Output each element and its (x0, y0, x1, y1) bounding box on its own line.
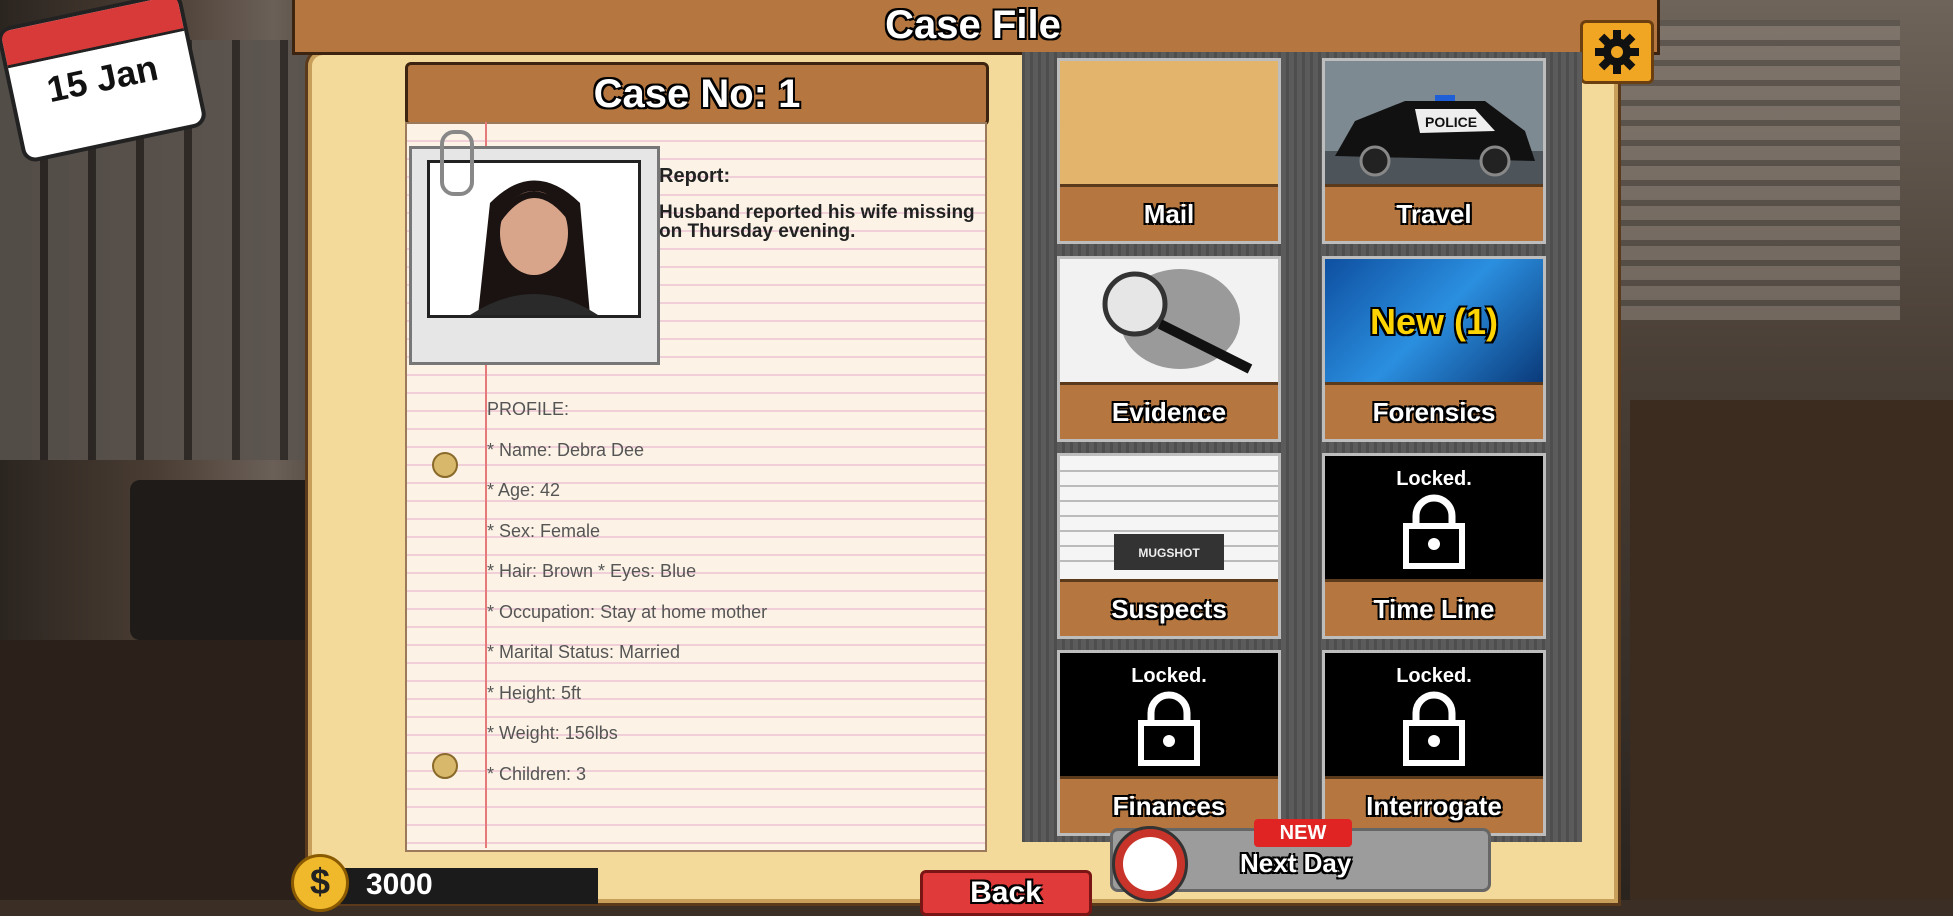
back-button[interactable]: Back (920, 870, 1092, 916)
mugshot-board-icon: MUGSHOT (1060, 456, 1278, 579)
clock-icon (1112, 826, 1188, 902)
profile-height: * Height: 5ft (487, 682, 582, 703)
profile-weight: * Weight: 156lbs (487, 723, 618, 743)
profile-marital-status: * Marital Status: Married (487, 642, 681, 662)
background-desk-left (0, 640, 340, 900)
case-number-header: Case No: 1 (405, 62, 989, 126)
coin-icon: $ (291, 854, 349, 912)
padlock-icon (1403, 494, 1465, 569)
timeline-tile[interactable]: Locked. Time Line (1322, 453, 1546, 639)
mugshot-sign-text: MUGSHOT (1138, 546, 1200, 560)
profile-sex: * Sex: Female (487, 520, 601, 541)
clock-face (1123, 837, 1177, 891)
profile-name: * Name: Debra Dee (487, 439, 645, 460)
report-label: Report: (659, 165, 731, 187)
finances-label: Finances (1060, 776, 1278, 833)
interrogate-label: Interrogate (1325, 776, 1543, 833)
mail-tile[interactable]: Mail (1057, 58, 1281, 244)
profile-hair-eyes: * Hair: Brown * Eyes: Blue (487, 561, 697, 581)
evidence-tile[interactable]: Evidence (1057, 256, 1281, 442)
forensics-label: Forensics (1325, 382, 1543, 439)
report-text: Husband reported his wife missing on Thu… (659, 202, 975, 242)
forensics-tile[interactable]: New (1) Forensics (1322, 256, 1546, 442)
interrogate-tile[interactable]: Locked. Interrogate (1322, 650, 1546, 836)
travel-label: Travel (1325, 184, 1543, 241)
background-desk-right (1630, 400, 1953, 900)
suspects-tile[interactable]: MUGSHOT Suspects (1057, 453, 1281, 639)
mail-label: Mail (1060, 184, 1278, 241)
profile-age: * Age: 42 (487, 480, 561, 500)
settings-button[interactable] (1580, 20, 1654, 84)
next-day-label: Next Day (1240, 848, 1352, 878)
money-amount: 3000 (366, 868, 433, 901)
forensics-new-badge: New (1) (1369, 301, 1499, 342)
timeline-locked-text: Locked. (1396, 468, 1472, 490)
binder-hole (432, 452, 458, 478)
padlock-icon (1403, 691, 1465, 766)
interrogate-locked-text: Locked. (1396, 665, 1472, 687)
police-text: POLICE (1425, 114, 1477, 130)
suspects-label: Suspects (1060, 579, 1278, 636)
finances-tile[interactable]: Locked. Finances (1057, 650, 1281, 836)
mail-envelope-icon (1060, 61, 1278, 184)
profile-children: * Children: 3 (487, 763, 587, 784)
next-day-new-badge: NEW (1254, 819, 1352, 847)
finances-locked-text: Locked. (1131, 665, 1207, 687)
profile-title: PROFILE: (487, 399, 570, 419)
paperclip-icon (440, 130, 474, 196)
padlock-icon (1138, 691, 1200, 766)
gear-icon (1595, 30, 1639, 74)
police-car-icon: POLICE (1325, 61, 1543, 184)
fingerprint-magnifier-icon (1060, 259, 1278, 382)
evidence-label: Evidence (1060, 382, 1278, 439)
background-blinds (1620, 20, 1900, 320)
page-title: Case File (885, 3, 1061, 47)
binder-hole (432, 753, 458, 779)
timeline-label: Time Line (1325, 579, 1543, 636)
profile-section: PROFILE: * Name: Debra Dee * Age: 42 * S… (487, 398, 967, 803)
travel-tile[interactable]: POLICE Travel (1322, 58, 1546, 244)
profile-occupation: * Occupation: Stay at home mother (487, 601, 768, 622)
